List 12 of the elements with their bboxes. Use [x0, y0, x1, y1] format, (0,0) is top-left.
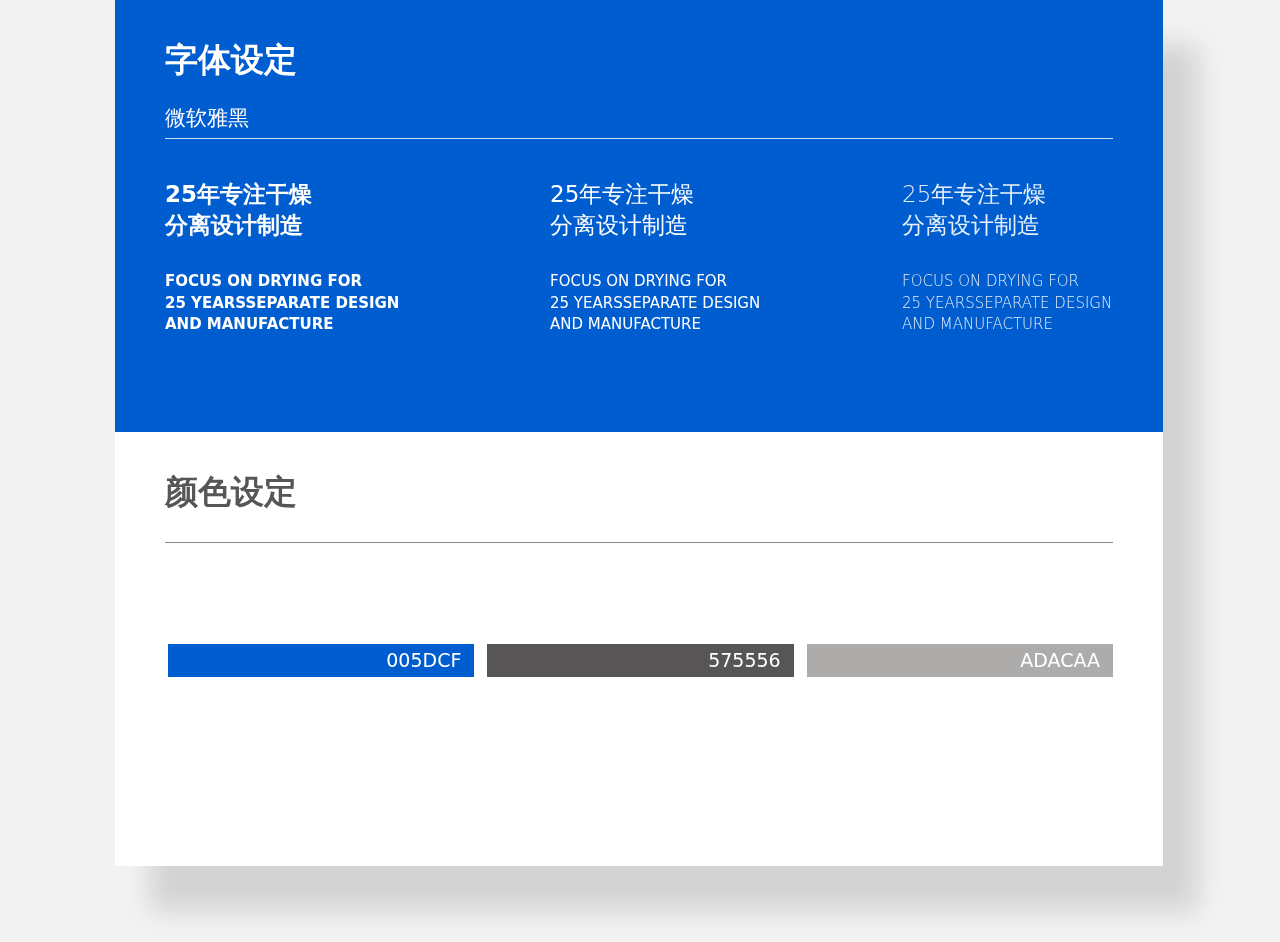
chinese-sample-text: 25年专注干燥 分离设计制造 [902, 180, 1047, 240]
font-name: 微软雅黑 [165, 106, 249, 130]
english-sample-text: FOCUS ON DRYING FOR 25 YEARSSEPARATE DESIGN AND MANUFACTURE [165, 271, 400, 335]
section-title: 字体设定 [165, 39, 297, 81]
chinese-sample-text: 25年专注干燥 分离设计制造 [165, 180, 312, 240]
color-swatch: 575556 [487, 644, 794, 677]
section-title: 颜色设定 [165, 471, 297, 513]
english-sample-text: FOCUS ON DRYING FOR 25 YEARSSEPARATE DESIGN AND MANUFACTURE [902, 271, 1113, 335]
english-sample-text: FOCUS ON DRYING FOR 25 YEARSSEPARATE DESIGN AND MANUFACTURE [550, 271, 761, 335]
chinese-sample-text: 25年专注干燥 分离设计制造 [550, 180, 695, 240]
color-swatch: ADACAA [806, 644, 1113, 677]
color-swatch: 005DCF [168, 644, 475, 677]
